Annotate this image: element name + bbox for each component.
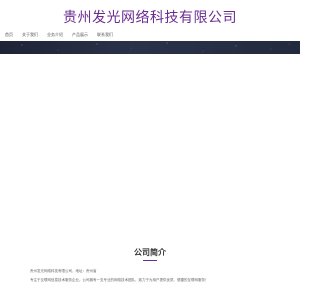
site-header: 贵州发光网络科技有限公司 xyxy=(0,0,300,30)
about-line-1: 贵州发光网络科技有限公司，地址：贵州省 xyxy=(30,269,97,273)
main-nav: 首页 关于我们 业务介绍 产品展示 联系我们 xyxy=(0,30,300,40)
heading-divider xyxy=(143,260,157,261)
nav-item-products[interactable]: 产品展示 xyxy=(72,32,88,38)
about-line-2: 专注于互联网信息技术服务企业。公司拥有一支专业的网络技术团队，致力于为用户提供优… xyxy=(30,278,209,282)
page: 贵州发光网络科技有限公司 首页 关于我们 业务介绍 产品展示 联系我们 公司简介… xyxy=(0,0,300,300)
about-section: 公司简介 贵州发光网络科技有限公司，地址：贵州省 专注于互联网信息技术服务企业。… xyxy=(0,246,300,300)
about-heading: 公司简介 xyxy=(134,248,166,257)
nav-item-home[interactable]: 首页 xyxy=(5,32,13,38)
hero-banner xyxy=(0,41,300,54)
nav-item-about[interactable]: 关于我们 xyxy=(22,32,38,38)
content-area xyxy=(0,54,300,244)
banner-starfield xyxy=(21,42,290,52)
nav-item-services[interactable]: 业务介绍 xyxy=(47,32,63,38)
site-title[interactable]: 贵州发光网络科技有限公司 xyxy=(63,7,237,27)
about-text: 贵州发光网络科技有限公司，地址：贵州省 专注于互联网信息技术服务企业。公司拥有一… xyxy=(30,267,280,285)
nav-item-contact[interactable]: 联系我们 xyxy=(97,32,113,38)
